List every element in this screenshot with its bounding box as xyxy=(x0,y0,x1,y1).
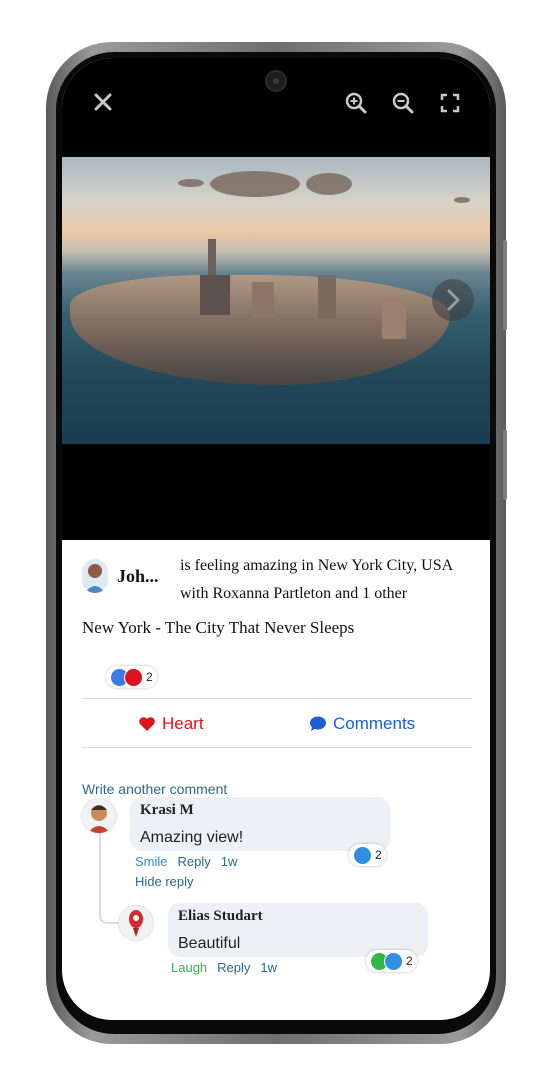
chevron-right-icon xyxy=(447,289,460,311)
comment-icon xyxy=(310,716,326,731)
tower xyxy=(252,282,274,318)
cloud xyxy=(454,197,470,203)
hide-reply-row: Hide reply xyxy=(135,874,194,889)
comment-bubble: Krasi M Amazing view! xyxy=(130,797,390,851)
comment-meta: Smile Reply 1w xyxy=(135,854,237,869)
comment-time: 1w xyxy=(220,854,238,869)
close-icon[interactable] xyxy=(93,92,113,112)
zoom-out-icon[interactable] xyxy=(391,91,415,115)
smile-react-button[interactable]: Smile xyxy=(135,854,168,869)
heart-icon xyxy=(124,667,143,687)
replier-avatar[interactable] xyxy=(119,906,153,940)
reply-meta: Laugh Reply 1w xyxy=(171,960,277,975)
fullscreen-icon[interactable] xyxy=(440,93,460,113)
front-camera xyxy=(265,70,287,92)
tower xyxy=(200,275,230,315)
replier-name[interactable]: Elias Studart xyxy=(178,908,263,925)
reaction-count: 2 xyxy=(406,954,413,968)
comments-label: Comments xyxy=(333,714,416,733)
heart-icon xyxy=(139,717,155,731)
cloud xyxy=(178,179,204,187)
commenter-avatar[interactable] xyxy=(82,799,116,833)
post-reactions[interactable]: 2 xyxy=(106,666,157,688)
reply-button[interactable]: Reply xyxy=(178,854,211,869)
comment-reactions[interactable]: 2 xyxy=(349,844,386,866)
viewer-toolbar xyxy=(62,58,490,157)
heart-button[interactable]: Heart xyxy=(138,714,204,734)
reply-time: 1w xyxy=(260,960,278,975)
cloud xyxy=(210,171,300,197)
author-avatar[interactable] xyxy=(82,559,108,593)
tower xyxy=(382,297,406,339)
zoom-in-icon[interactable] xyxy=(344,91,368,115)
status-line-2: with Roxanna Partleton and 1 other xyxy=(180,585,408,602)
cloud xyxy=(306,173,352,195)
volume-button xyxy=(503,240,507,330)
reaction-count: 2 xyxy=(375,848,382,862)
tower xyxy=(318,275,336,319)
divider xyxy=(82,698,472,699)
hide-reply-button[interactable]: Hide reply xyxy=(135,874,194,889)
smile-icon xyxy=(353,845,372,865)
post-status: is feeling amazing in New York City, USA… xyxy=(180,552,480,608)
divider xyxy=(82,747,472,748)
commenter-name[interactable]: Krasi M xyxy=(140,802,194,819)
next-photo-button[interactable] xyxy=(432,279,474,321)
post-photo[interactable] xyxy=(62,157,490,444)
comment-text: Amazing view! xyxy=(140,829,244,846)
heart-label: Heart xyxy=(162,714,204,733)
reply-bubble: Elias Studart Beautiful xyxy=(168,903,428,957)
write-comment-link[interactable]: Write another comment xyxy=(82,781,227,797)
reply-button[interactable]: Reply xyxy=(217,960,250,975)
status-line-1: is feeling amazing in New York City, USA xyxy=(180,557,454,574)
reaction-count: 2 xyxy=(146,670,153,684)
photo-letterbox xyxy=(62,444,490,540)
post-title: New York - The City That Never Sleeps xyxy=(82,618,355,637)
power-button xyxy=(503,430,507,500)
author-name[interactable]: Joh... xyxy=(117,566,177,587)
screen: Joh... is feeling amazing in New York Ci… xyxy=(62,58,490,1020)
reply-text: Beautiful xyxy=(178,935,241,952)
comments-button[interactable]: Comments xyxy=(309,714,415,734)
reply-thread-line xyxy=(99,830,121,924)
laugh-react-button[interactable]: Laugh xyxy=(171,960,207,975)
reply-reactions[interactable]: 2 xyxy=(366,950,417,972)
smile-icon xyxy=(384,951,403,971)
